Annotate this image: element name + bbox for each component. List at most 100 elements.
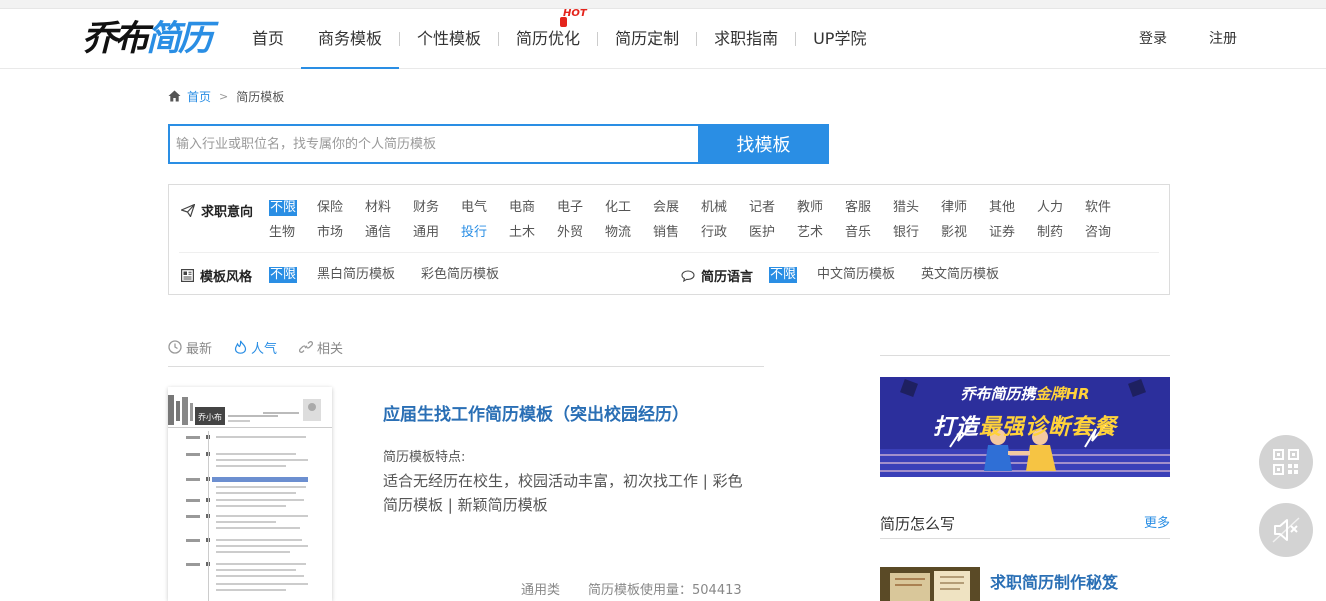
job-option[interactable]: 市场 xyxy=(317,225,343,241)
filter-panel: 求职意向 模板风格 不限 黑白简历模板 彩色简历模板 简历语言 不限 中文简历模… xyxy=(168,184,1170,295)
job-option[interactable]: 物流 xyxy=(605,225,631,241)
banner-main-text: 打造最强诊断套餐 xyxy=(880,409,1170,441)
job-option[interactable]: 猎头 xyxy=(893,200,919,216)
job-option[interactable]: 通信 xyxy=(365,225,391,241)
job-option[interactable]: 电子 xyxy=(557,200,583,216)
style-label-text: 模板风格 xyxy=(200,270,253,285)
job-option[interactable]: 会展 xyxy=(653,200,679,216)
logo-part2: 简历 xyxy=(146,18,213,59)
banner-line2-b: 最强诊断套餐 xyxy=(979,415,1118,440)
banner-line1-b: 金牌HR xyxy=(1035,385,1090,403)
tab-related[interactable]: 相关 xyxy=(299,337,343,357)
style-option-any[interactable]: 不限 xyxy=(269,267,298,283)
breadcrumb: 首页 > 简历模板 xyxy=(168,88,284,104)
nav-up-academy[interactable]: UP学院 xyxy=(796,9,883,69)
job-option[interactable]: 电商 xyxy=(509,200,535,216)
job-option[interactable]: 教师 xyxy=(797,200,823,216)
banner-line2-a: 打造 xyxy=(932,415,979,440)
main-nav: 首页 商务模板 个性模板 简历优化 HOT 简历定制 求职指南 UP学院 xyxy=(235,8,883,69)
qrcode-button[interactable] xyxy=(1259,435,1313,489)
search-button[interactable]: 找模板 xyxy=(698,124,829,164)
job-option[interactable]: 银行 xyxy=(893,225,919,241)
job-option[interactable]: 电气 xyxy=(461,200,487,216)
job-intent-label-text: 求职意向 xyxy=(201,205,254,220)
nav-home[interactable]: 首页 xyxy=(235,9,301,69)
logo-part1: 乔布 xyxy=(82,18,149,59)
job-option[interactable]: 客服 xyxy=(845,200,871,216)
top-strip xyxy=(0,0,1326,9)
job-option[interactable]: 材料 xyxy=(365,200,391,216)
job-option[interactable]: 人力 xyxy=(1037,200,1063,216)
job-option[interactable]: 化工 xyxy=(605,200,631,216)
style-label: 模板风格 xyxy=(181,266,252,285)
promo-banner[interactable]: 乔布简历携金牌HR 打造最强诊断套餐 xyxy=(880,377,1170,477)
sidebar-divider xyxy=(880,355,1170,356)
breadcrumb-home[interactable]: 首页 xyxy=(187,88,211,105)
nav-resume-optimize[interactable]: 简历优化 HOT xyxy=(499,8,597,69)
lang-option-any[interactable]: 不限 xyxy=(769,267,798,283)
nav-resume-optimize-label: 简历优化 xyxy=(516,29,581,48)
login-link[interactable]: 登录 xyxy=(1139,9,1167,69)
nav-business-templates[interactable]: 商务模板 xyxy=(301,9,400,69)
hot-badge: HOT xyxy=(563,8,587,19)
job-option[interactable]: 财务 xyxy=(413,200,439,216)
site-header: 乔布简历 首页 商务模板 个性模板 简历优化 HOT 简历定制 求职指南 UP学… xyxy=(0,8,1326,69)
nav-personal-templates[interactable]: 个性模板 xyxy=(400,9,498,69)
tab-latest[interactable]: 最新 xyxy=(168,337,212,357)
job-option[interactable]: 影视 xyxy=(941,225,967,241)
job-option[interactable]: 机械 xyxy=(701,200,727,216)
template-icon xyxy=(181,269,194,282)
article-title[interactable]: 求职简历制作秘笈 xyxy=(990,569,1118,593)
result-description: 适合无经历在校生，校园活动丰富，初次找工作 | 彩色简历模板 | 新颖简历模板 xyxy=(383,472,743,514)
job-option[interactable]: 生物 xyxy=(269,225,295,241)
job-option[interactable]: 土木 xyxy=(509,225,535,241)
home-icon xyxy=(168,90,181,102)
job-option[interactable]: 艺术 xyxy=(797,225,823,241)
nav-resume-custom[interactable]: 简历定制 xyxy=(598,9,696,69)
sort-tabs: 最新 人气 相关 xyxy=(168,337,764,367)
job-option[interactable]: 音乐 xyxy=(845,225,871,241)
breadcrumb-separator: > xyxy=(219,89,229,103)
result-title[interactable]: 应届生找工作简历模板（突出校园经历） xyxy=(383,400,689,425)
lang-option-english[interactable]: 英文简历模板 xyxy=(921,267,999,283)
job-intent-label: 求职意向 xyxy=(181,201,253,220)
job-option[interactable]: 投行 xyxy=(461,225,487,241)
sound-toggle-button[interactable] xyxy=(1259,503,1313,557)
lang-option-chinese[interactable]: 中文简历模板 xyxy=(817,267,895,283)
sidebar-section-header: 简历怎么写 更多 xyxy=(880,511,1170,539)
banner-line1-a: 乔布简历携 xyxy=(960,385,1036,403)
fire-icon xyxy=(234,340,247,354)
sidebar-section-title: 简历怎么写 xyxy=(880,515,956,533)
banner-headline: 乔布简历携金牌HR xyxy=(880,383,1170,404)
job-option[interactable]: 证券 xyxy=(989,225,1015,241)
job-option[interactable]: 咨询 xyxy=(1085,225,1111,241)
job-option[interactable]: 医护 xyxy=(749,225,775,241)
job-option[interactable]: 行政 xyxy=(701,225,727,241)
link-icon xyxy=(299,341,314,353)
resume-preview-image: 乔小布 xyxy=(168,387,332,601)
job-option[interactable]: 律师 xyxy=(941,200,967,216)
breadcrumb-current: 简历模板 xyxy=(236,89,285,104)
job-option[interactable]: 不限 xyxy=(269,200,298,216)
style-option-bw[interactable]: 黑白简历模板 xyxy=(317,267,395,283)
register-link[interactable]: 注册 xyxy=(1209,9,1237,69)
qrcode-icon xyxy=(1273,449,1299,475)
search-input[interactable] xyxy=(168,124,698,164)
article-thumbnail[interactable] xyxy=(880,567,980,601)
job-option[interactable]: 制药 xyxy=(1037,225,1063,241)
search-bar: 找模板 xyxy=(168,124,829,164)
sidebar-more-link[interactable]: 更多 xyxy=(1144,512,1170,531)
job-option[interactable]: 软件 xyxy=(1085,200,1111,216)
job-option[interactable]: 通用 xyxy=(413,225,439,241)
site-logo[interactable]: 乔布简历 xyxy=(82,17,213,61)
job-option[interactable]: 其他 xyxy=(989,200,1015,216)
style-option-color[interactable]: 彩色简历模板 xyxy=(421,267,499,283)
job-option[interactable]: 保险 xyxy=(317,200,343,216)
tab-popular[interactable]: 人气 xyxy=(234,337,277,357)
nav-job-guide[interactable]: 求职指南 xyxy=(697,9,795,69)
job-option[interactable]: 外贸 xyxy=(557,225,583,241)
job-option[interactable]: 记者 xyxy=(749,200,775,216)
job-option[interactable]: 销售 xyxy=(653,225,679,241)
result-usage-count: 简历模板使用量：504413 xyxy=(588,583,742,598)
resume-thumbnail[interactable]: 乔小布 xyxy=(168,387,332,601)
